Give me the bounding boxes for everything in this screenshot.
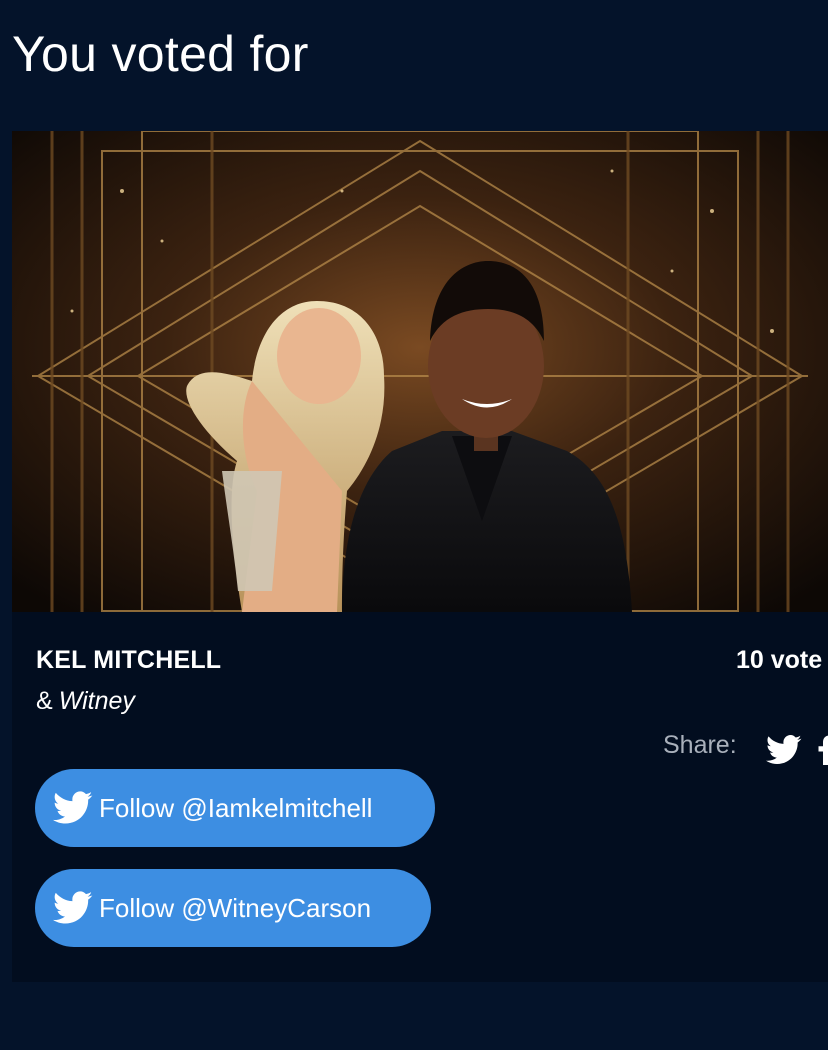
celebrity-name: KEL MITCHELL <box>36 646 222 674</box>
twitter-icon[interactable] <box>766 735 802 765</box>
partner-ampersand: & <box>36 687 53 715</box>
partner-name: Witney <box>58 687 135 715</box>
page-title: You voted for <box>12 26 309 82</box>
facebook-icon[interactable] <box>818 735 828 765</box>
vote-confirmation-page: You voted for KEL MITCHELL & Witney 10 v… <box>0 0 828 1050</box>
follow-button-label: Follow @Iamkelmitchell <box>99 792 373 823</box>
follow-kel-mitchell-button[interactable]: Follow @Iamkelmitchell <box>35 769 435 847</box>
follow-button-label: Follow @WitneyCarson <box>99 892 372 923</box>
twitter-icon <box>53 791 93 824</box>
follow-witney-carson-button[interactable]: Follow @WitneyCarson <box>35 869 431 947</box>
couple-card: KEL MITCHELL & Witney 10 vote Share: Foll… <box>12 131 828 982</box>
twitter-icon <box>53 891 93 924</box>
share-label: Share: <box>663 731 737 759</box>
partner-line: & Witney <box>36 687 135 716</box>
couple-photo <box>12 131 828 612</box>
vote-count: 10 vote <box>736 646 823 674</box>
